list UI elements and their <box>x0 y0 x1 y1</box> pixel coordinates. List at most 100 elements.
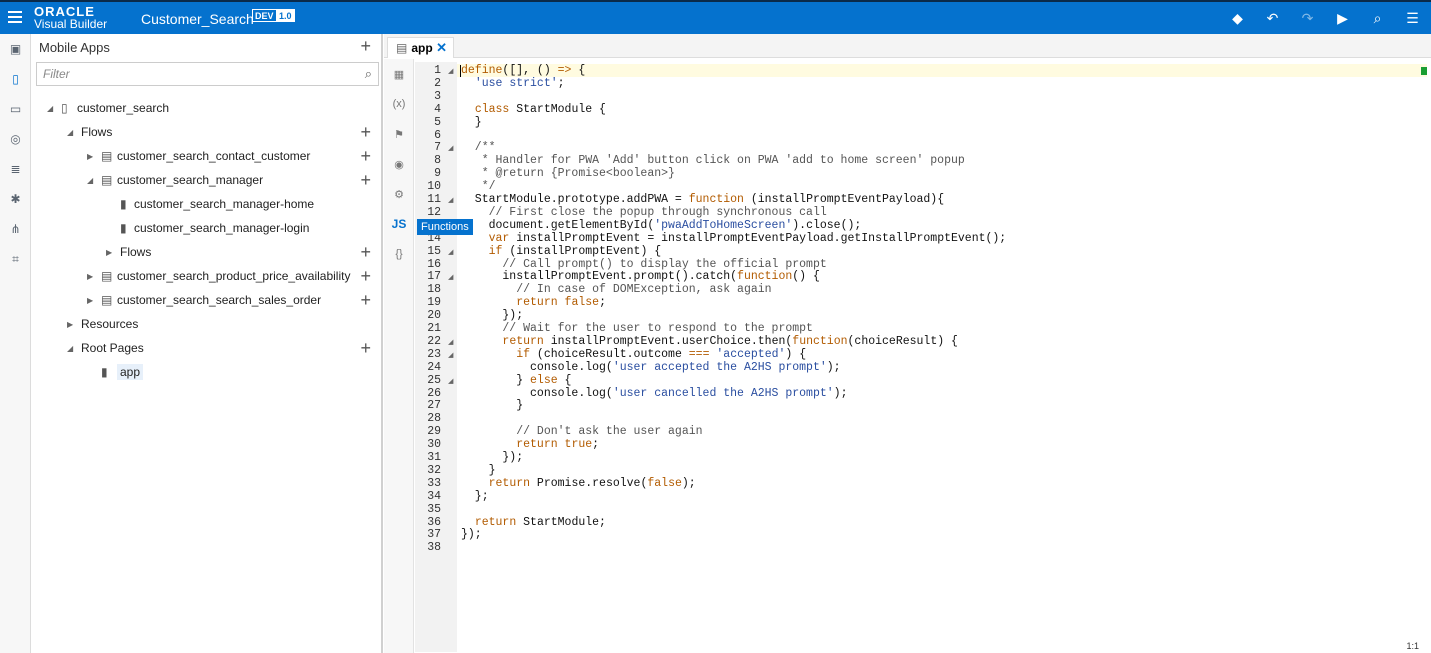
tree-item[interactable]: ▶ Resources <box>31 312 381 336</box>
code-line: } <box>461 399 524 413</box>
tab-app[interactable]: ▤ app ✕ <box>387 37 454 58</box>
components-icon[interactable]: ✱ <box>0 184 31 214</box>
events-icon[interactable]: ◉ <box>384 149 414 179</box>
add-button[interactable]: + <box>360 122 371 143</box>
js-functions-icon[interactable]: JS <box>384 209 414 239</box>
line-number: 29 <box>427 425 441 439</box>
tree-item[interactable]: ▶ ▤ customer_search_search_sales_order + <box>31 288 381 312</box>
tree-item[interactable]: ◢ ▯ customer_search <box>31 96 381 120</box>
line-number: 4 <box>434 102 441 116</box>
line-number: 22 <box>427 334 441 348</box>
line-number: 8 <box>434 154 441 168</box>
code-line: // Don't ask the user again <box>461 425 703 439</box>
services-icon[interactable]: ◎ <box>0 124 31 154</box>
add-button[interactable]: + <box>360 266 371 287</box>
database-icon[interactable]: ≣ <box>0 154 31 184</box>
line-number: 38 <box>427 541 441 555</box>
fold-icon[interactable]: ◢ <box>448 377 453 385</box>
line-number: 18 <box>427 283 441 297</box>
code-line: } <box>461 463 496 477</box>
mobile-apps-icon[interactable]: ▯ <box>0 64 31 94</box>
tree-item[interactable]: ▶ ▤ customer_search_product_price_availabi… <box>31 264 381 288</box>
run-icon[interactable]: ▶ <box>1334 10 1351 27</box>
fold-icon[interactable]: ◢ <box>448 248 453 256</box>
line-number: 9 <box>434 167 441 181</box>
git-icon[interactable]: ◆ <box>1229 10 1246 27</box>
page-designer-icon[interactable]: ▦ <box>384 59 414 89</box>
fold-icon[interactable]: ◢ <box>448 351 453 359</box>
code-line: return false; <box>516 296 606 310</box>
tree-item[interactable]: ◢ Flows + <box>31 120 381 144</box>
add-app-button[interactable]: + <box>360 36 371 57</box>
desktop-icon[interactable]: ▭ <box>0 94 31 124</box>
collapse-icon[interactable]: ◢ <box>67 344 77 353</box>
add-button[interactable]: + <box>360 170 371 191</box>
fold-icon[interactable]: ◢ <box>448 196 453 204</box>
collapse-icon[interactable]: ◢ <box>67 128 77 137</box>
fold-icon[interactable]: ◢ <box>448 67 453 75</box>
variables-icon[interactable]: (x) <box>384 89 414 119</box>
add-button[interactable]: + <box>360 290 371 311</box>
redo-icon[interactable]: ↷ <box>1299 10 1316 27</box>
json-icon[interactable]: {} <box>384 239 414 269</box>
tree-item[interactable]: ▮ customer_search_manager-login <box>31 216 381 240</box>
version-badge: 1.0 <box>276 9 295 22</box>
add-button[interactable]: + <box>360 146 371 167</box>
fold-icon[interactable]: ◢ <box>448 338 453 346</box>
settings-icon[interactable]: ⚙ <box>384 179 414 209</box>
expand-icon[interactable]: ▶ <box>87 272 97 281</box>
tree-item[interactable]: ▮ customer_search_manager-home <box>31 192 381 216</box>
fold-icon[interactable]: ◢ <box>448 273 453 281</box>
tree-item-label: customer_search <box>77 101 170 115</box>
add-button[interactable]: + <box>360 338 371 359</box>
line-number: 34 <box>427 489 441 503</box>
line-number: 24 <box>427 360 441 374</box>
tree-item[interactable]: ▶ ▤ customer_search_contact_customer + <box>31 144 381 168</box>
collapse-icon[interactable]: ◢ <box>87 176 97 185</box>
line-number: 12 <box>427 205 441 219</box>
code-line: StartModule.prototype.addPWA = function … <box>461 193 945 206</box>
code-line: return StartModule; <box>474 515 606 529</box>
code-area[interactable]: define([], () => { 'use strict'; class S… <box>457 62 1431 652</box>
tree-item[interactable]: ▶ Flows + <box>31 240 381 264</box>
cursor-position: 1:1 <box>1406 641 1419 651</box>
logo-product: Visual Builder <box>34 17 108 31</box>
line-number: 16 <box>427 257 441 271</box>
expand-icon[interactable]: ▶ <box>67 320 77 329</box>
processes-icon[interactable]: ⋔ <box>0 214 31 244</box>
search-icon[interactable]: ⌕ <box>1369 10 1386 27</box>
code-line: console.log('user accepted the A2HS prom… <box>461 360 841 374</box>
add-button[interactable]: + <box>360 242 371 263</box>
fold-icon[interactable]: ◢ <box>448 144 453 152</box>
tree-item-label: Flows <box>81 125 113 139</box>
app-title[interactable]: Customer_Search <box>141 11 254 27</box>
expand-icon[interactable]: ▶ <box>87 296 97 305</box>
collapse-icon[interactable]: ◢ <box>47 104 57 113</box>
actions-icon[interactable]: ⚑ <box>384 119 414 149</box>
code-line: // First close the popup through synchro… <box>461 205 827 219</box>
page-icon: ▮ <box>120 221 127 235</box>
filter-input[interactable]: Filter ⌕ <box>36 62 379 86</box>
search-icon[interactable]: ⌕ <box>365 66 372 82</box>
source-icon[interactable]: ⌗ <box>0 244 31 274</box>
tree-item-label: customer_search_manager-home <box>134 197 315 211</box>
tree-item-label: customer_search_manager-login <box>134 221 310 235</box>
tree-item[interactable]: ◢ Root Pages + <box>31 336 381 360</box>
menu-icon[interactable] <box>8 11 22 23</box>
code-line: return true; <box>516 438 600 452</box>
code-line: } else { <box>461 373 572 387</box>
line-number: 15 <box>427 244 441 258</box>
line-gutter: 1◢234567◢891011◢12131415◢1617◢1819202122… <box>415 62 457 652</box>
line-number: 1 <box>434 64 441 77</box>
phone-icon: ▯ <box>61 101 68 115</box>
tree-item[interactable]: ▮ app <box>31 360 381 384</box>
list-menu-icon[interactable]: ☰ <box>1404 10 1421 27</box>
tree-item-label: app <box>117 364 144 380</box>
undo-icon[interactable]: ↶ <box>1264 10 1281 27</box>
close-icon[interactable]: ✕ <box>436 40 447 56</box>
tree-item[interactable]: ◢ ▤ customer_search_manager + <box>31 168 381 192</box>
code-line: define([], () => { <box>461 64 586 77</box>
expand-icon[interactable]: ▶ <box>87 152 97 161</box>
expand-icon[interactable]: ▶ <box>106 248 116 257</box>
web-apps-icon[interactable]: ▣ <box>0 34 31 64</box>
